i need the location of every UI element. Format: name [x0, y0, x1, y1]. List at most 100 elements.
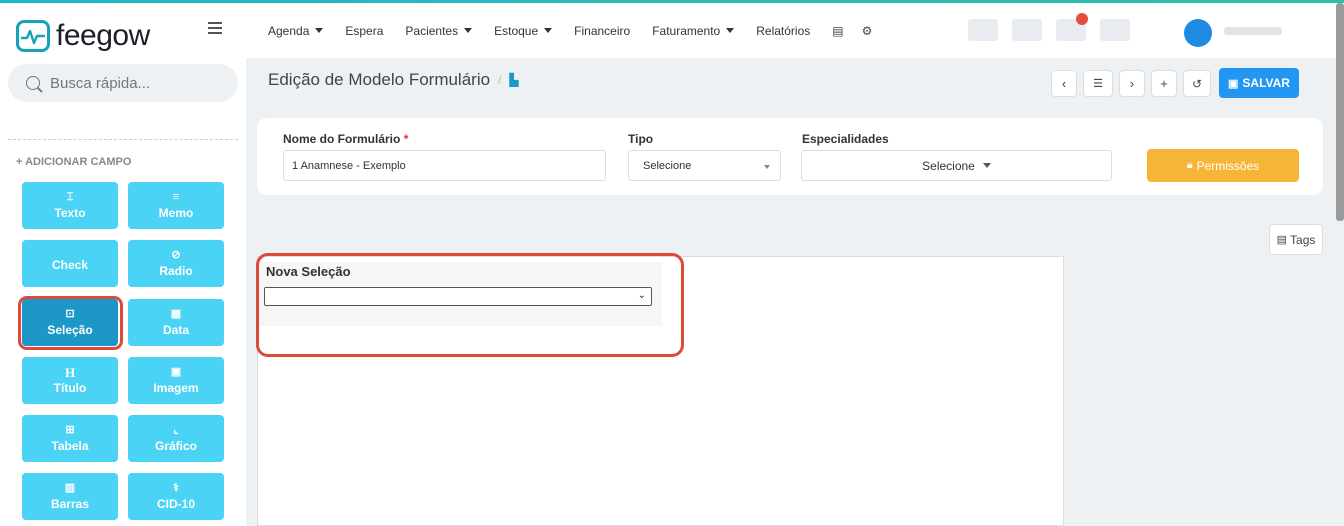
memo-icon: ≡ [172, 191, 180, 203]
field-button-tabela[interactable]: ⊞ Tabela [22, 415, 118, 462]
field-button-label: Check [51, 257, 89, 272]
record-toolbar: ‹ ☰ › + ↺ [1051, 70, 1211, 97]
next-button[interactable]: › [1119, 70, 1145, 97]
form-name-input[interactable]: 1 Anamnese - Exemplo [283, 150, 606, 181]
calendar-icon: ▦ [170, 308, 182, 320]
chevron-left-icon: ‹ [1061, 76, 1067, 91]
field-button-titulo[interactable]: H Título [22, 357, 118, 404]
field-button-data[interactable]: ▦ Data [128, 299, 224, 346]
permissions-label: Permissões [1196, 158, 1260, 173]
plus-icon: + [1160, 76, 1168, 91]
notification-badge [1076, 13, 1088, 25]
list-icon: ☰ [1093, 78, 1103, 90]
form-settings-card: Nome do Formulário * 1 Anamnese - Exempl… [257, 118, 1323, 195]
bar-chart-icon[interactable]: ▙ [509, 73, 518, 87]
save-label: SALVAR [1242, 76, 1290, 90]
field-button-barras[interactable]: ▥ Barras [22, 473, 118, 520]
search-icon [26, 76, 40, 90]
type-select[interactable]: Selecione [628, 150, 781, 181]
permissions-button[interactable]: 🔒︎ Permissões [1147, 149, 1299, 182]
field-button-check[interactable]: Check [22, 240, 118, 287]
caret-down-icon [982, 163, 991, 168]
nav-relatorios[interactable]: Relatórios [756, 24, 810, 38]
user-name[interactable] [1224, 27, 1282, 35]
field-button-cid10[interactable]: ⚕ CID-10 [128, 473, 224, 520]
menu-toggle-icon[interactable] [208, 22, 222, 37]
gear-icon[interactable]: ⚙ [862, 24, 873, 38]
field-button-label: Tabela [51, 439, 89, 453]
history-icon: ↺ [1191, 76, 1203, 91]
page-scrollbar[interactable] [1336, 3, 1344, 221]
field-button-label: Título [53, 381, 87, 395]
history-button[interactable]: ↺ [1183, 70, 1211, 97]
caret-down-icon [726, 28, 735, 33]
heading-icon: H [64, 365, 76, 380]
chart-icon: ⌞ [173, 424, 179, 436]
add-button[interactable]: + [1151, 70, 1177, 97]
highlight-new-selection [256, 253, 684, 357]
heartbeat-logo-icon [16, 20, 50, 52]
header-icon-1[interactable] [968, 19, 998, 41]
field-button-texto[interactable]: ⌶ Texto [22, 182, 118, 229]
avatar[interactable] [1184, 19, 1212, 47]
save-button[interactable]: ▣ SALVAR [1219, 68, 1299, 98]
field-button-label: Data [162, 323, 189, 337]
field-button-label: Radio [159, 264, 193, 278]
sidebar-divider [8, 139, 238, 140]
tag-icon: ▤ [1276, 234, 1288, 246]
barcode-icon: ▥ [64, 482, 76, 494]
header-icon-2[interactable] [1012, 19, 1042, 41]
caret-down-icon [464, 28, 473, 33]
caret-down-icon [764, 165, 770, 169]
field-button-grafico[interactable]: ⌞ Gráfico [128, 415, 224, 462]
field-button-label: Gráfico [154, 439, 197, 453]
nav-financeiro[interactable]: Financeiro [574, 24, 630, 38]
breadcrumb-separator: / [498, 73, 502, 87]
nav-estoque[interactable]: Estoque [494, 24, 553, 38]
field-button-label: Texto [54, 206, 86, 220]
stethoscope-icon: ⚕ [173, 482, 179, 494]
field-button-label: Barras [50, 497, 90, 511]
image-icon: ▣ [170, 366, 182, 378]
required-mark: * [403, 132, 409, 146]
page-title-text: Edição de Modelo Formulário [268, 70, 491, 89]
list-button[interactable]: ☰ [1083, 70, 1113, 97]
specialties-select[interactable]: Selecione [801, 150, 1112, 181]
database-icon[interactable]: ▤ [832, 24, 843, 38]
highlight-selecao-button [18, 296, 123, 350]
type-label: Tipo [628, 132, 654, 146]
add-field-heading: + ADICIONAR CAMPO [16, 156, 132, 168]
form-name-label: Nome do Formulário * [283, 132, 409, 146]
field-button-memo[interactable]: ≡ Memo [128, 182, 224, 229]
caret-down-icon [315, 28, 324, 33]
save-icon: ▣ [1228, 77, 1239, 90]
chevron-right-icon: › [1129, 76, 1135, 91]
field-button-label: CID-10 [156, 497, 195, 511]
tags-label: Tags [1290, 232, 1316, 247]
nav-faturamento[interactable]: Faturamento [652, 24, 735, 38]
radio-icon: ⊘ [171, 249, 181, 261]
specialties-label: Especialidades [802, 132, 889, 146]
tags-button[interactable]: ▤ Tags [1269, 224, 1323, 255]
previous-button[interactable]: ‹ [1051, 70, 1077, 97]
table-icon: ⊞ [65, 424, 75, 436]
brand-name: feegow [56, 19, 150, 52]
text-icon: ⌶ [66, 191, 74, 203]
nav-pacientes[interactable]: Pacientes [405, 24, 473, 38]
lock-icon: 🔒︎ [1186, 159, 1193, 171]
type-select-value: Selecione [643, 159, 692, 172]
search-placeholder: Busca rápida... [50, 74, 151, 92]
nav-espera[interactable]: Espera [345, 24, 383, 38]
brand-logo[interactable]: feegow [16, 19, 150, 53]
field-button-label: Memo [158, 206, 194, 220]
quick-search-input[interactable]: Busca rápida... [8, 64, 238, 102]
header-icon-4[interactable] [1100, 19, 1130, 41]
nav-agenda[interactable]: Agenda [268, 24, 324, 38]
specialties-select-value: Selecione [922, 158, 975, 173]
top-navbar: Agenda Espera Pacientes Estoque Financei… [246, 3, 1344, 58]
page-title: Edição de Modelo Formulário / ▙ [268, 70, 519, 90]
caret-down-icon [544, 28, 553, 33]
field-button-radio[interactable]: ⊘ Radio [128, 240, 224, 287]
field-button-label: Imagem [153, 381, 199, 395]
field-button-imagem[interactable]: ▣ Imagem [128, 357, 224, 404]
